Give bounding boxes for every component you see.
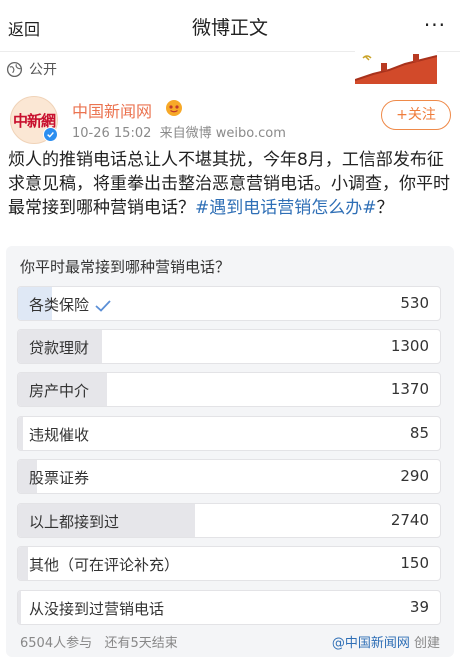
poll-option[interactable]: 以上都接到过 2740 [17,503,441,538]
poll-remaining-time: 还有5天结束 [104,636,178,651]
poll-option-count: 39 [409,598,429,616]
poll-created-label: 创建 [413,636,440,651]
post-hashtag-link[interactable]: #遇到电话营销怎么办# [195,198,377,218]
great-wall-banner-image [355,50,437,84]
verified-badge-icon [43,127,58,142]
selected-check-icon [95,299,111,312]
follow-button[interactable]: +关注 [381,100,451,130]
poll-creator-link[interactable]: @中国新闻网 [332,636,410,651]
poll-option-label: 各类保险 [29,294,111,315]
poll-option-count: 290 [400,467,429,485]
poll-option-label: 贷款理财 [29,339,90,357]
author-name[interactable]: 中国新闻网 [72,98,152,122]
page-title: 微博正文 [191,17,268,39]
poll-participants: 6504人参与 [20,636,93,651]
poll-card: 你平时最常接到哪种营销电话？ 各类保险 530 贷款理财 1300 房产中介 1… [6,246,454,657]
poll-option[interactable]: 从没接到过营销电话 39 [17,590,441,625]
poll-question: 你平时最常接到哪种营销电话？ [20,258,231,276]
poll-option-label: 股票证券 [29,469,90,487]
poll-option[interactable]: 各类保险 530 [17,286,441,321]
poll-option-fill-bar [18,591,21,624]
post-time: 10-26 15:02 [72,126,152,141]
poll-option[interactable]: 违规催收 85 [17,416,441,451]
poll-option-label: 违规催收 [29,426,90,444]
poll-option-count: 85 [409,424,429,442]
post-text-end: ？ [376,198,394,218]
top-nav-bar: 返回 微博正文 ··· [0,0,460,52]
post-meta: 10-26 15:02 来自微博 weibo.com [72,122,286,141]
poll-option-count: 2740 [390,511,429,529]
poll-option-label: 房产中介 [29,382,90,400]
visibility-indicator: 公开 [6,58,57,80]
poll-option[interactable]: 贷款理财 1300 [17,329,441,364]
poll-option[interactable]: 股票证券 290 [17,459,441,494]
poll-option-label: 从没接到过营销电话 [29,600,165,618]
poll-creator: @中国新闻网 创建 [332,632,440,651]
poll-option[interactable]: 房产中介 1370 [17,372,441,407]
poll-option-label: 以上都接到过 [29,513,120,531]
poll-option-count: 1300 [390,337,429,355]
post-body: 烦人的推销电话总让人不堪其扰，今年8月，工信部发布征求意见稿，将重拳出击整治恶意… [8,148,456,220]
poll-option-fill-bar [18,417,24,450]
poll-option[interactable]: 其他（可在评论补充） 150 [17,546,441,581]
poll-option-count: 530 [400,294,429,312]
poll-option-fill-bar [18,547,28,580]
poll-option-label: 其他（可在评论补充） [29,556,180,574]
poll-option-count: 1370 [390,380,429,398]
public-globe-icon [6,61,23,77]
post-source: weibo.com [215,126,286,141]
post-source-prefix: 来自微博 [159,126,212,141]
poll-stats: 6504人参与 还有5天结束 [20,632,178,651]
vip-crown-icon [166,100,182,116]
poll-option-count: 150 [400,554,429,572]
visibility-label: 公开 [29,62,57,78]
more-options-button[interactable]: ··· [424,13,446,37]
